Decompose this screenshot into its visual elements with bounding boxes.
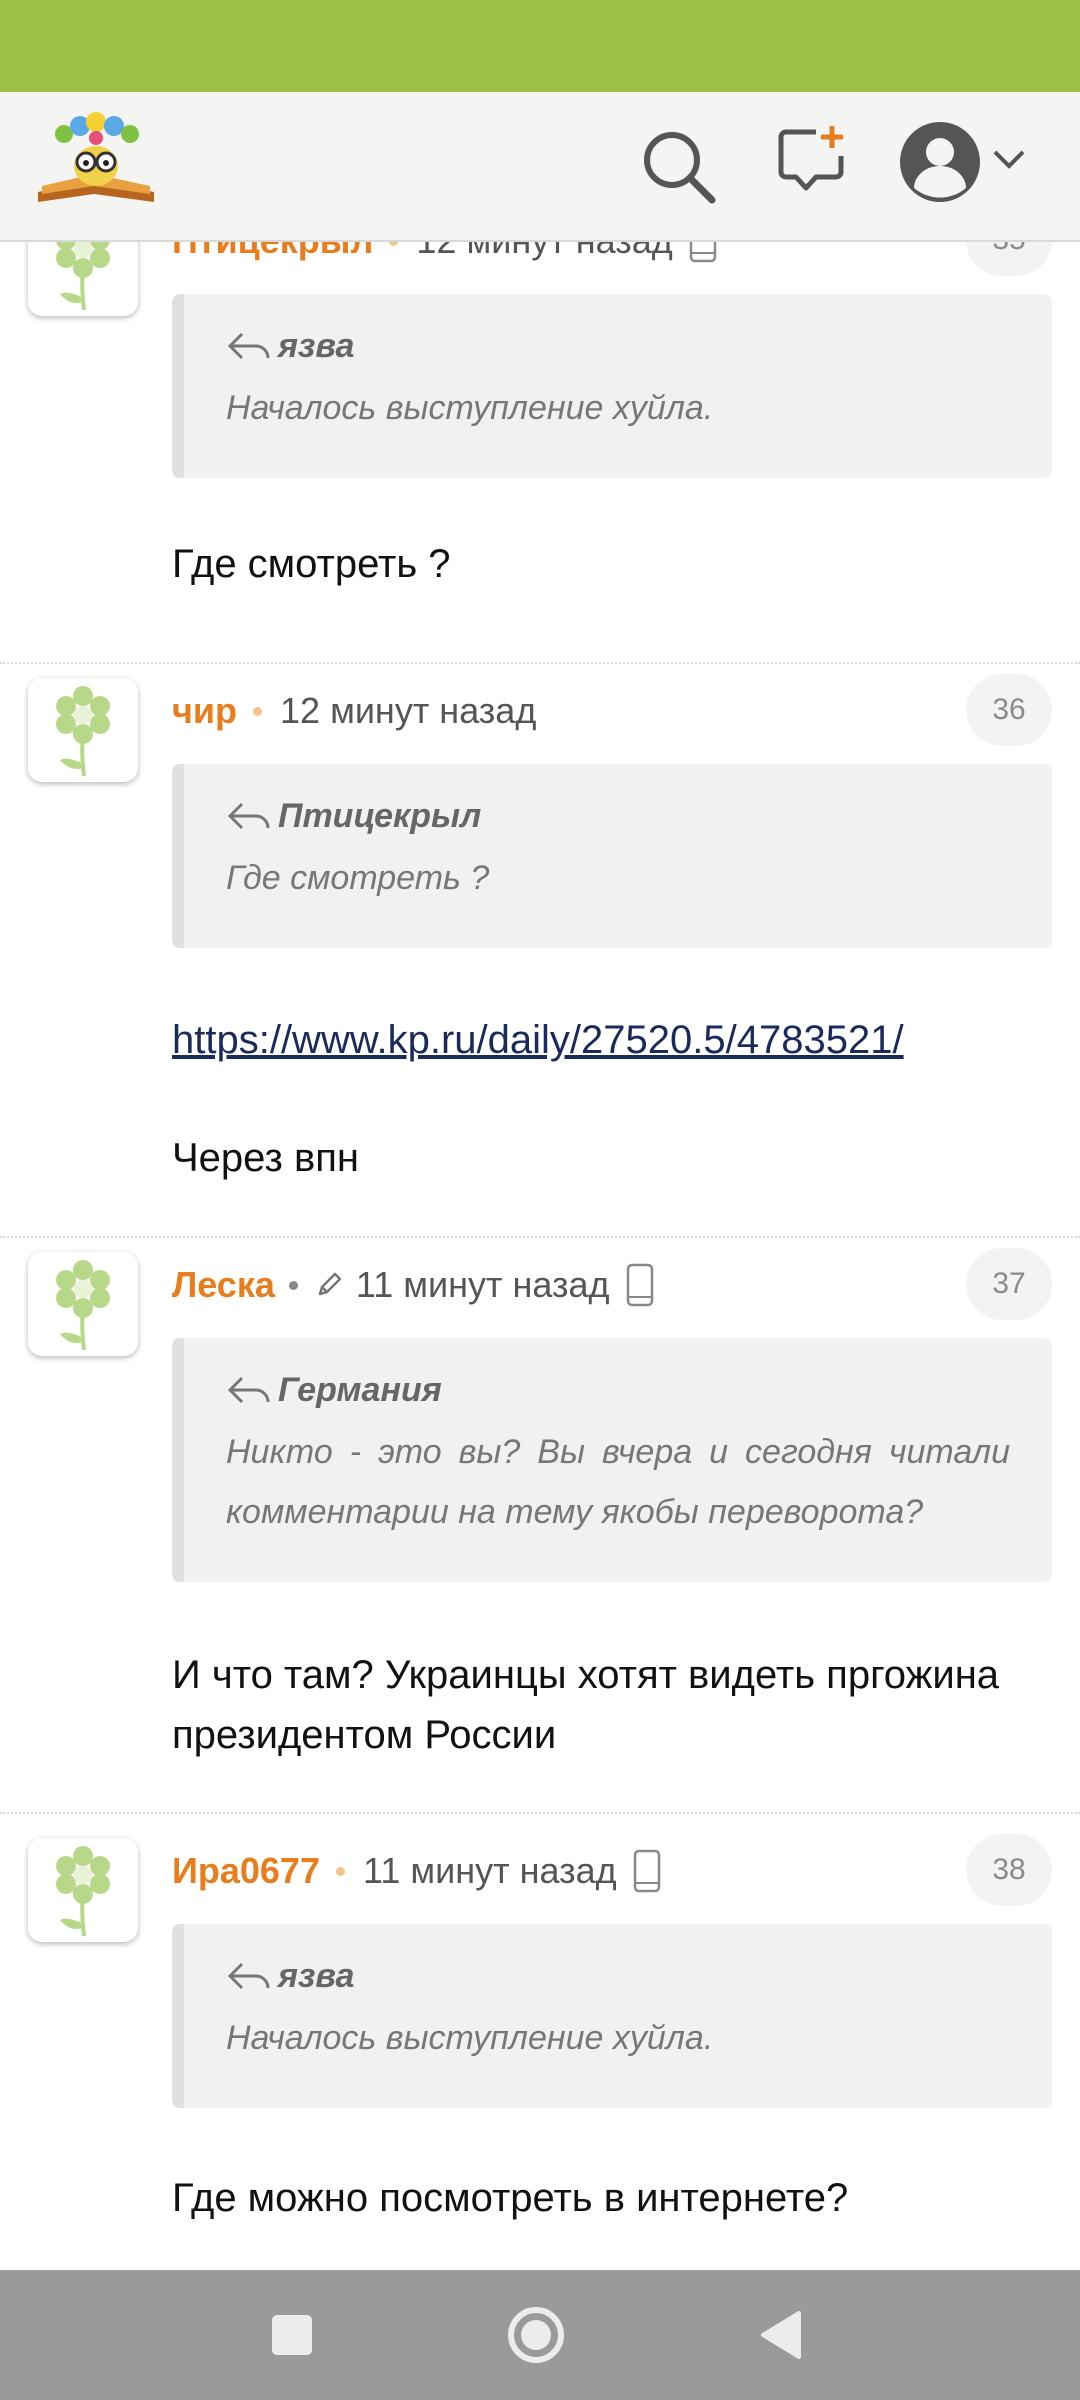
comment-body: Через впн <box>172 1136 359 1180</box>
square-icon <box>272 2315 312 2355</box>
quote-author[interactable]: язва <box>278 327 354 366</box>
timestamp: 12 минут назад <box>280 690 537 731</box>
phone-icon <box>689 240 716 263</box>
quote-author-row: язва <box>226 324 1010 368</box>
quote-text: Началось выступление хуйла. <box>226 2019 714 2057</box>
comment-body: И что там? Украинцы хотят видеть пргожин… <box>172 1653 1000 1757</box>
quote-text: Где смотреть ? <box>226 859 490 897</box>
comment-36: чир 12 минут назад 36 Птицекрыл Где смот… <box>0 666 1080 1236</box>
divider <box>0 662 1080 664</box>
divider <box>0 1812 1080 1814</box>
phone-icon <box>626 1263 653 1307</box>
app-header <box>0 92 1080 242</box>
system-nav-bar <box>0 2270 1080 2400</box>
quote-author-row: язва <box>226 1954 1010 1998</box>
separator-dot <box>335 1866 345 1876</box>
author-name[interactable]: Птицекрыл <box>172 240 373 262</box>
home-button[interactable] <box>501 2300 571 2370</box>
author-name[interactable]: чир <box>172 690 237 732</box>
triangle-back-icon <box>761 2311 801 2359</box>
comment-number[interactable]: 38 <box>966 1834 1052 1906</box>
quoted-comment: Птицекрыл Где смотреть ? <box>172 764 1052 948</box>
recents-button[interactable] <box>257 2300 327 2370</box>
flower-icon <box>56 1260 110 1351</box>
timestamp: 12 минут назад <box>416 240 673 261</box>
flower-icon <box>56 1846 110 1937</box>
flower-icon <box>56 240 110 311</box>
timestamp: 11 минут назад <box>355 1264 610 1305</box>
comment-38: Ира0677 11 минут назад 38 язва Началось … <box>0 1826 1080 2266</box>
quote-author[interactable]: язва <box>278 1957 354 1996</box>
external-link[interactable]: https://www.kp.ru/daily/27520.5/4783521/ <box>172 1018 904 1062</box>
reply-icon <box>227 802 270 830</box>
comment-number[interactable]: 36 <box>966 674 1052 746</box>
phone-icon <box>633 1849 660 1893</box>
comment-meta: Леска 11 минут назад <box>172 1260 654 1310</box>
commenter-avatar[interactable] <box>28 678 138 782</box>
avatar-icon[interactable] <box>898 120 982 204</box>
author-name[interactable]: Леска <box>172 1264 275 1306</box>
quote-text: Началось выступление хуйла. <box>226 389 714 427</box>
reply-icon <box>227 1376 270 1404</box>
quote-author[interactable]: Птицекрыл <box>278 797 481 836</box>
comment-body: Где можно посмотреть в интернете? <box>172 2176 849 2220</box>
quote-text: Никто - это вы? Вы вчера и сегодня читал… <box>226 1433 1010 1531</box>
timestamp: 11 минут назад <box>362 1850 617 1891</box>
comment-link-row: https://www.kp.ru/daily/27520.5/4783521/ <box>172 1010 1052 1070</box>
comment-37: Леска 11 минут назад 37 Германия Никто -… <box>0 1240 1080 1822</box>
pencil-icon <box>318 1272 342 1296</box>
circle-icon <box>508 2307 564 2363</box>
quote-author-row: Птицекрыл <box>226 794 1010 838</box>
comment-meta: Птицекрыл 12 минут назад <box>172 240 717 266</box>
back-button[interactable] <box>745 2300 815 2370</box>
site-logo[interactable] <box>34 110 158 210</box>
commenter-avatar[interactable] <box>28 1252 138 1356</box>
divider <box>0 1236 1080 1238</box>
comment-number[interactable]: 37 <box>966 1248 1052 1320</box>
comment-number[interactable]: 35 <box>966 240 1052 276</box>
commenter-avatar[interactable] <box>28 1838 138 1942</box>
reply-icon <box>227 332 270 360</box>
author-name[interactable]: Ира0677 <box>172 1850 320 1892</box>
commenter-avatar[interactable] <box>28 240 138 316</box>
chevron-down-icon[interactable] <box>992 148 1026 172</box>
quote-author[interactable]: Германия <box>278 1371 442 1410</box>
reply-icon <box>227 1962 270 1990</box>
quoted-comment: Германия Никто - это вы? Вы вчера и сего… <box>172 1338 1052 1582</box>
separator-dot <box>253 706 263 716</box>
quoted-comment: язва Началось выступление хуйла. <box>172 294 1052 478</box>
comments-feed: Птицекрыл 12 минут назад 35 язва Началос… <box>0 240 1080 2270</box>
flower-icon <box>56 686 110 777</box>
separator-dot <box>288 1280 298 1290</box>
search-icon[interactable] <box>640 128 716 204</box>
quoted-comment: язва Началось выступление хуйла. <box>172 1924 1052 2108</box>
status-bar <box>0 0 1080 92</box>
quote-author-row: Германия <box>226 1368 1010 1412</box>
compose-icon[interactable] <box>776 124 848 196</box>
comment-meta: Ира0677 11 минут назад <box>172 1846 661 1896</box>
comment-meta: чир 12 минут назад <box>172 686 536 736</box>
comment-body: Где смотреть ? <box>172 542 451 586</box>
